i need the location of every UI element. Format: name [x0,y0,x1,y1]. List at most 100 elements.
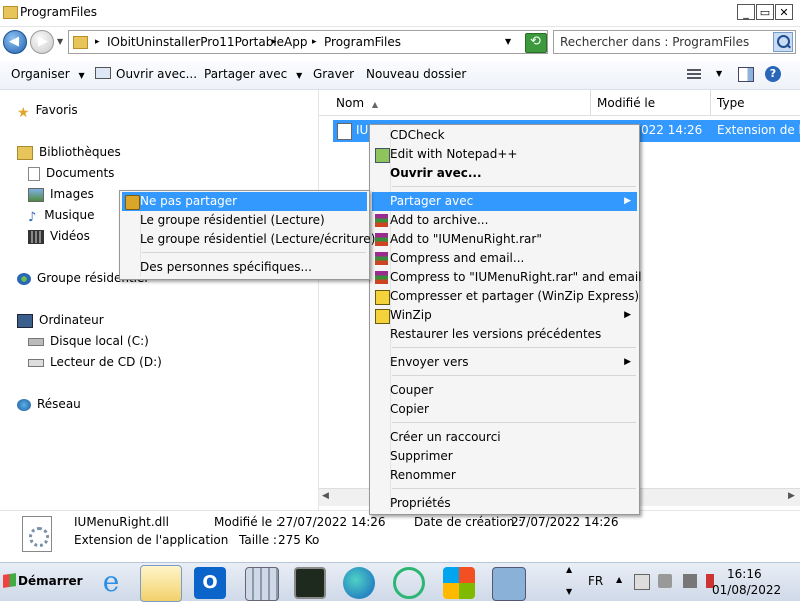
nav-bibliotheques[interactable]: Bibliothèques [17,145,121,160]
language-indicator[interactable]: FR [588,574,603,588]
help-icon[interactable]: ? [765,66,781,82]
address-bar[interactable]: ▸ IObitUninstallerPro11Portable ▸ App ▸ … [68,30,548,54]
nav-reseau[interactable]: Réseau [17,397,81,411]
library-icon [17,145,33,160]
tray-expand-icon[interactable]: ▲ [616,575,622,584]
winzip-icon [375,290,390,305]
edge-icon[interactable] [343,567,375,599]
menu-item-cdcheck[interactable]: CDCheck [372,126,637,145]
network-status-icon[interactable] [634,574,650,590]
menu-item-couper[interactable]: Couper [372,381,637,400]
menu-item-raccourci[interactable]: Créer un raccourci [372,428,637,447]
nav-disque-label: Disque local (C:) [50,334,149,348]
start-button[interactable]: Démarrer [0,563,83,601]
view-dropdown-icon[interactable]: ▼ [716,69,722,78]
nav-lecteur-cd[interactable]: Lecteur de CD (D:) [28,355,162,369]
menu-item-supprimer[interactable]: Supprimer [372,447,637,466]
menu-item-winzip[interactable]: WinZip ▶ [372,306,637,325]
scroll-down-icon[interactable]: ▼ [566,587,572,596]
nav-ordinateur[interactable]: Ordinateur [17,313,104,328]
nav-bibliotheques-label: Bibliothèques [39,145,121,159]
forward-button[interactable]: ▶ [30,30,54,54]
minimize-button[interactable]: _ [737,4,755,20]
menu-item-add-archive[interactable]: Add to archive... [372,211,637,230]
internet-explorer-icon[interactable]: e [95,567,127,599]
column-header-nom[interactable]: Nom ▲ [319,90,591,116]
menu-item-ouvrir-avec[interactable]: Ouvrir avec... [372,164,637,183]
breadcrumb-item[interactable]: App [284,35,307,49]
title-bar: ProgramFiles _ ▭ ✕ [0,0,800,27]
nav-images[interactable]: Images [28,187,94,202]
file-modified: 022 14:26 [641,123,703,137]
clock-time[interactable]: 16:16 [727,567,762,581]
breadcrumb-item[interactable]: ProgramFiles [324,35,401,49]
menu-item-ne-pas-partager[interactable]: Ne pas partager [122,192,367,211]
refresh-button[interactable]: ⟲ [525,33,547,53]
menu-item-envoyer-vers[interactable]: Envoyer vers ▶ [372,353,637,372]
menu-item-add-rar[interactable]: Add to "IUMenuRight.rar" [372,230,637,249]
maximize-button[interactable]: ▭ [756,4,774,20]
menu-item-groupe-lecture-ecriture[interactable]: Le groupe résidentiel (Lecture/écriture) [122,230,375,249]
menu-item-restaurer[interactable]: Restaurer les versions précédentes [372,325,637,344]
clock-date[interactable]: 01/08/2022 [712,583,781,597]
close-button[interactable]: ✕ [775,4,793,20]
refresh-icon: ⟲ [530,34,541,49]
command-bar: Organiser ▼ Ouvrir avec... Partager avec… [0,61,800,90]
winrar-icon [375,233,388,246]
search-app-icon[interactable] [393,567,425,599]
column-header-type[interactable]: Type [711,90,800,116]
scroll-left-icon[interactable]: ◀ [322,491,329,501]
windows-flag-icon[interactable] [443,567,475,599]
menu-item-copier[interactable]: Copier [372,400,637,419]
breadcrumb-item[interactable]: IObitUninstallerPro11Portable [107,35,284,49]
search-input[interactable]: Rechercher dans : ProgramFiles [553,30,796,54]
nav-images-label: Images [50,187,94,201]
task-manager-icon[interactable] [294,567,326,599]
graver-button[interactable]: Graver [313,67,354,81]
menu-item-label: Supprimer [390,449,453,463]
outlook-icon[interactable]: O [194,567,226,599]
ouvrir-avec-button[interactable]: Ouvrir avec... [95,67,197,81]
menu-item-notepad[interactable]: Edit with Notepad++ [372,145,637,164]
scroll-right-icon[interactable]: ▶ [788,491,795,501]
details-created-label: Date de création : [414,515,523,529]
menu-item-partager-avec[interactable]: Partager avec ▶ [372,192,637,211]
menu-item-compress-email[interactable]: Compress and email... [372,249,637,268]
nav-favoris[interactable]: ★ Favoris [17,103,78,121]
search-icon[interactable] [773,32,793,52]
menu-item-renommer[interactable]: Renommer [372,466,637,485]
speaker-icon[interactable] [658,574,672,588]
menu-item-label: Propriétés [390,496,451,510]
address-dropdown-icon[interactable]: ▼ [505,37,511,46]
calculator-icon[interactable] [245,567,279,601]
back-button[interactable]: ◀ [3,30,27,54]
nav-documents[interactable]: Documents [28,166,114,181]
menu-item-label: Envoyer vers [390,355,469,369]
nav-musique[interactable]: ♪ Musique [28,208,94,225]
nav-videos-label: Vidéos [50,229,90,243]
scroll-up-icon[interactable]: ▲ [566,565,572,574]
nav-videos[interactable]: Vidéos [28,229,90,244]
menu-item-groupe-lecture[interactable]: Le groupe résidentiel (Lecture) [122,211,367,230]
menu-item-compress-rar-email[interactable]: Compress to "IUMenuRight.rar" and email [372,268,642,287]
power-icon[interactable] [683,574,697,588]
column-header-modifie[interactable]: Modifié le [591,90,711,116]
menu-separator [142,252,366,253]
control-panel-icon[interactable] [492,567,526,601]
menu-item-winzip-express[interactable]: Compresser et partager (WinZip Express) [372,287,639,306]
new-folder-button[interactable]: Nouveau dossier [366,67,466,81]
organiser-button[interactable]: Organiser ▼ [11,67,85,81]
details-pane: IUMenuRight.dll Extension de l'applicati… [0,510,800,563]
start-label: Démarrer [18,574,83,588]
recent-pages-chevron-icon[interactable]: ▼ [57,37,63,46]
view-options-icon[interactable] [687,69,701,80]
menu-item-label: CDCheck [390,128,445,142]
file-explorer-icon[interactable] [140,565,182,602]
preview-pane-icon[interactable] [738,67,754,82]
nav-disque-local[interactable]: Disque local (C:) [28,334,149,348]
taskbar-scroll[interactable]: ▲ ▼ [564,563,578,601]
menu-item-personnes-specifiques[interactable]: Des personnes spécifiques... [122,258,367,277]
menu-item-proprietes[interactable]: Propriétés [372,494,637,513]
partager-avec-button[interactable]: Partager avec ▼ [204,67,302,81]
menu-item-label: Ouvrir avec... [390,166,482,180]
